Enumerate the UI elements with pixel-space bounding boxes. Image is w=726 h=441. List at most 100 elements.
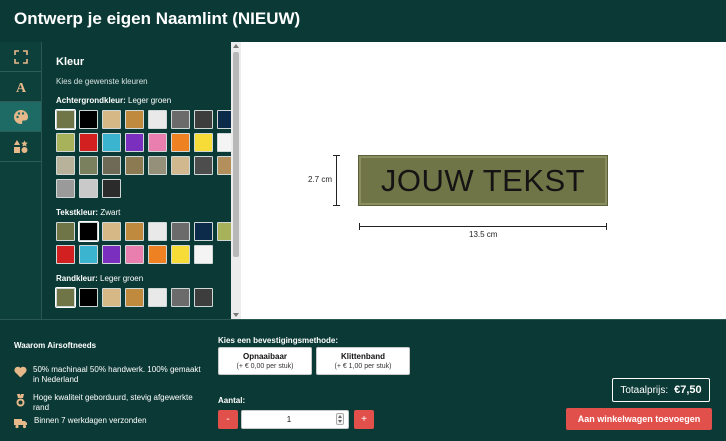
- background-color-swatch[interactable]: [194, 133, 213, 152]
- text-color-swatch[interactable]: [171, 222, 190, 241]
- quantity-stepper[interactable]: [336, 413, 344, 425]
- quantity-input[interactable]: [241, 410, 349, 429]
- resize-icon: [13, 49, 28, 64]
- background-color-swatch[interactable]: [148, 110, 167, 129]
- text-color-label-text: Tekstkleur:: [56, 208, 99, 217]
- quantity-increase-button[interactable]: +: [354, 410, 374, 429]
- text-color-swatch[interactable]: [78, 221, 99, 242]
- border-swatches: [55, 287, 231, 308]
- text-tool-button[interactable]: A: [0, 72, 41, 102]
- background-color-swatch[interactable]: [171, 156, 190, 175]
- preview-canvas: 2.7 cm JOUW TEKST 13.5 cm: [241, 42, 726, 319]
- page-title: Ontwerp je eigen Naamlint (NIEUW): [14, 9, 301, 28]
- background-color-swatch[interactable]: [194, 110, 213, 129]
- border-color-swatch[interactable]: [55, 287, 76, 308]
- background-color-swatch[interactable]: [79, 156, 98, 175]
- tool-sidebar: A: [0, 42, 41, 319]
- scroll-down-icon[interactable]: [233, 313, 239, 317]
- truck-icon: [14, 419, 27, 429]
- option-opnaaibaar-button[interactable]: Opnaaibaar (+ € 0,00 per stuk): [218, 347, 312, 375]
- patch-text: JOUW TEKST: [380, 162, 586, 198]
- background-color-swatch[interactable]: [171, 110, 190, 129]
- panel-title: Kleur: [56, 56, 85, 68]
- background-color-swatch[interactable]: [79, 133, 98, 152]
- add-to-cart-button[interactable]: Aan winkelwagen toevoegen: [566, 408, 712, 430]
- text-color-swatch[interactable]: [148, 222, 167, 241]
- height-dimension-label: 2.7 cm: [308, 175, 333, 184]
- border-color-swatch[interactable]: [148, 288, 167, 307]
- svg-text:A: A: [15, 81, 26, 94]
- text-color-swatch[interactable]: [194, 245, 213, 264]
- option-klittenband-button[interactable]: Klittenband (+ € 1,00 per stuk): [316, 347, 410, 375]
- background-color-label-text: Achtergrondkleur:: [56, 96, 126, 105]
- option-price: (+ € 1,00 per stuk): [334, 363, 392, 370]
- total-price-box: Totaalprijs: €7,50: [612, 378, 710, 402]
- resize-tool-button[interactable]: [0, 42, 41, 72]
- background-color-swatch[interactable]: [125, 110, 144, 129]
- why-item: Hoge kwaliteit geborduurd, stevig afgewe…: [14, 393, 203, 413]
- text-color-swatch[interactable]: [102, 245, 121, 264]
- text-color-swatch[interactable]: [56, 222, 75, 241]
- designer-area: A Kleur Kies de gewenste kleuren Achterg…: [0, 42, 726, 319]
- option-name: Opnaaibaar: [242, 352, 287, 361]
- background-color-swatch[interactable]: [56, 156, 75, 175]
- why-title: Waarom Airsoftneeds: [14, 341, 97, 350]
- color-tool-button[interactable]: [0, 102, 41, 132]
- background-color-value: Leger groen: [128, 96, 172, 105]
- why-item-text: Hoge kwaliteit geborduurd, stevig afgewe…: [33, 393, 193, 412]
- attachment-title: Kies een bevestigingsmethode:: [218, 336, 339, 345]
- text-color-swatch[interactable]: [56, 245, 75, 264]
- text-color-swatch[interactable]: [194, 222, 213, 241]
- width-dimension-line: [359, 223, 607, 230]
- why-item: 50% machinaal 50% handwerk. 100% gemaakt…: [14, 365, 203, 385]
- background-color-swatch[interactable]: [171, 133, 190, 152]
- text-color-swatch[interactable]: [79, 245, 98, 264]
- shapes-tool-button[interactable]: [0, 132, 41, 162]
- background-color-swatch[interactable]: [79, 179, 98, 198]
- border-color-swatch[interactable]: [194, 288, 213, 307]
- why-item-text: 50% machinaal 50% handwerk. 100% gemaakt…: [33, 365, 201, 384]
- heart-icon: [14, 366, 27, 378]
- width-dimension-label: 13.5 cm: [469, 230, 498, 239]
- background-color-swatch[interactable]: [148, 156, 167, 175]
- background-color-swatch[interactable]: [79, 110, 98, 129]
- color-panel: Kleur Kies de gewenste kleuren Achtergro…: [41, 42, 241, 319]
- background-color-swatch[interactable]: [102, 133, 121, 152]
- background-color-swatch[interactable]: [148, 133, 167, 152]
- panel-scrollbar[interactable]: [231, 42, 241, 319]
- border-color-swatch[interactable]: [171, 288, 190, 307]
- background-color-swatch[interactable]: [102, 179, 121, 198]
- background-color-swatch[interactable]: [102, 156, 121, 175]
- option-name: Klittenband: [341, 352, 385, 361]
- border-color-value: Leger groen: [100, 274, 144, 283]
- text-color-swatch[interactable]: [102, 222, 121, 241]
- border-color-swatch[interactable]: [125, 288, 144, 307]
- background-color-swatch[interactable]: [55, 109, 76, 130]
- background-color-swatch[interactable]: [125, 133, 144, 152]
- text-color-swatch[interactable]: [125, 245, 144, 264]
- scroll-thumb[interactable]: [233, 52, 239, 257]
- background-swatches: [55, 109, 236, 198]
- background-color-swatch[interactable]: [56, 179, 75, 198]
- text-icon: A: [15, 81, 26, 94]
- border-color-swatch[interactable]: [102, 288, 121, 307]
- background-color-swatch[interactable]: [125, 156, 144, 175]
- total-price-amount: €7,50: [674, 384, 702, 396]
- text-color-value: Zwart: [100, 208, 121, 217]
- text-swatches: [56, 221, 236, 264]
- text-color-label: Tekstkleur: Zwart: [56, 208, 231, 217]
- why-item-text: Binnen 7 werkdagen verzonden: [34, 416, 147, 425]
- option-price: (+ € 0,00 per stuk): [236, 363, 294, 370]
- border-color-swatch[interactable]: [79, 288, 98, 307]
- page-header: Ontwerp je eigen Naamlint (NIEUW): [0, 0, 726, 42]
- total-price-label: Totaalprijs:: [620, 384, 669, 396]
- scroll-up-icon[interactable]: [233, 44, 239, 48]
- text-color-swatch[interactable]: [125, 222, 144, 241]
- background-color-swatch[interactable]: [56, 133, 75, 152]
- text-color-swatch[interactable]: [148, 245, 167, 264]
- background-color-swatch[interactable]: [102, 110, 121, 129]
- background-color-swatch[interactable]: [194, 156, 213, 175]
- quantity-decrease-button[interactable]: -: [218, 410, 238, 429]
- text-color-swatch[interactable]: [171, 245, 190, 264]
- palette-icon: [13, 109, 28, 124]
